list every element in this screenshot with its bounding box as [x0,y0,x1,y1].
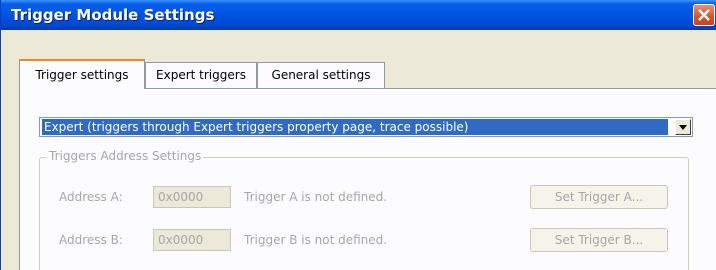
triggers-address-group [39,157,689,270]
trigger-a-status: Trigger A is not defined. [244,190,388,204]
chevron-down-icon [679,125,687,130]
title-bar[interactable]: Trigger Module Settings [1,0,716,30]
trigger-b-status: Trigger B is not defined. [244,233,388,247]
address-b-label: Address B: [59,233,123,247]
trigger-module-settings-window: Trigger Module Settings Trigger settings… [0,0,716,270]
close-button[interactable] [693,4,715,26]
trigger-mode-value: Expert (triggers through Expert triggers… [42,119,668,135]
set-trigger-b-button[interactable]: Set Trigger B... [530,228,668,252]
trigger-mode-dropdown[interactable]: Expert (triggers through Expert triggers… [39,117,693,137]
set-trigger-a-button[interactable]: Set Trigger A... [530,185,668,209]
window-title: Trigger Module Settings [11,6,215,24]
tab-label: General settings [271,68,371,82]
dropdown-button[interactable] [675,119,691,135]
triggers-address-group-legend: Triggers Address Settings [47,149,204,163]
address-b-field[interactable]: 0x0000 [153,229,231,251]
close-icon [698,9,710,21]
tab-label: Expert triggers [156,68,246,82]
tab-label: Trigger settings [35,68,129,82]
tab-general-settings[interactable]: General settings [257,62,385,88]
address-a-label: Address A: [59,190,123,204]
tab-trigger-settings[interactable]: Trigger settings [19,59,145,89]
address-a-field[interactable]: 0x0000 [153,186,231,208]
tab-expert-triggers[interactable]: Expert triggers [145,62,257,88]
